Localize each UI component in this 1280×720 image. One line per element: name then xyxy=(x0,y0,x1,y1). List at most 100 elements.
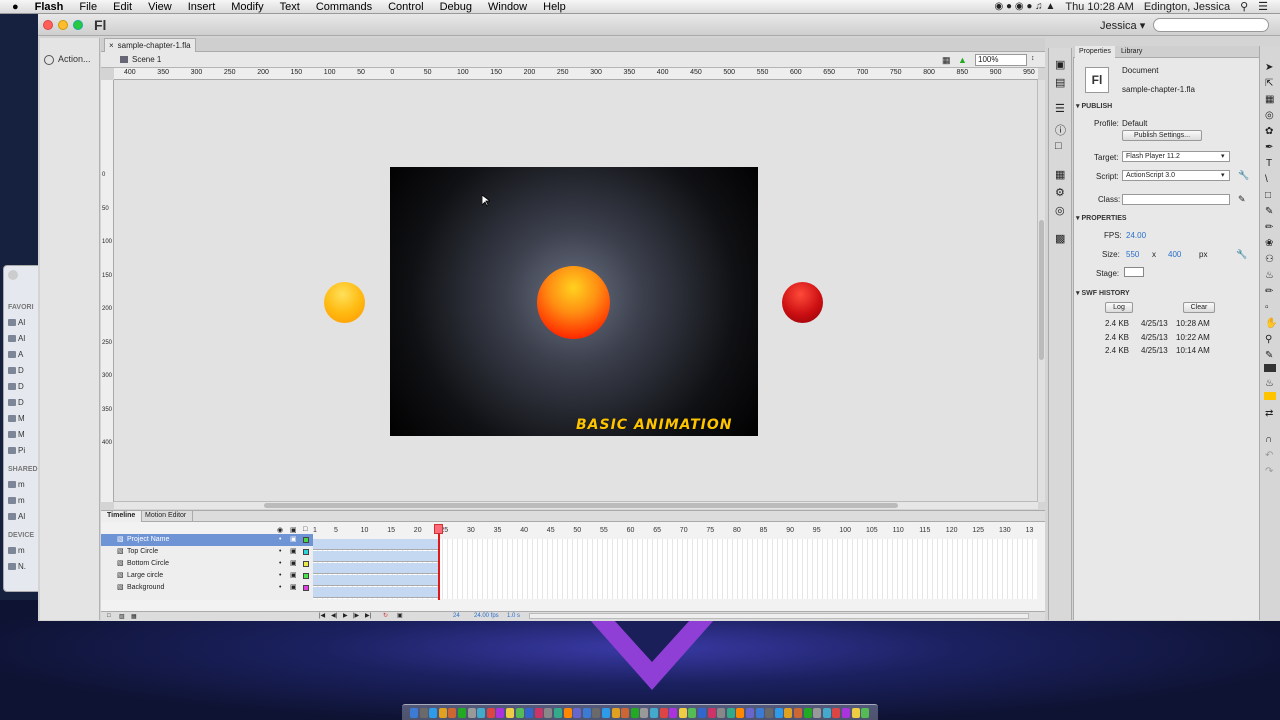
notification-list-icon[interactable]: ☰ xyxy=(1258,0,1268,13)
dock-app-icon[interactable] xyxy=(429,708,438,718)
fill-color-icon[interactable]: ♨ xyxy=(1265,378,1274,389)
zoom-tool-icon[interactable]: ⚲ xyxy=(1265,334,1272,345)
menu-help[interactable]: Help xyxy=(535,1,574,13)
vertical-scrollbar[interactable] xyxy=(1037,80,1045,502)
color-icon[interactable]: ◎ xyxy=(1055,204,1065,217)
dock-app-icon[interactable] xyxy=(650,708,658,718)
swap-colors-icon[interactable]: ⇄ xyxy=(1265,408,1273,419)
layer-outline-color[interactable] xyxy=(303,573,309,579)
dock-app-icon[interactable] xyxy=(477,708,486,718)
layer-row[interactable]: ▧ Bottom Circle • ▣ xyxy=(101,558,313,570)
dock-app-icon[interactable] xyxy=(506,708,514,718)
menu-view[interactable]: View xyxy=(140,1,180,13)
dock-app-icon[interactable] xyxy=(861,708,870,718)
dock-app-icon[interactable] xyxy=(554,708,562,718)
lock-icon[interactable]: ▣ xyxy=(290,558,297,570)
pencil-icon[interactable]: ✎ xyxy=(1238,194,1246,205)
onion-skin-icon[interactable]: ▣ xyxy=(397,612,403,619)
dock-app-icon[interactable] xyxy=(611,708,620,718)
dock-app-icon[interactable] xyxy=(573,708,582,718)
3d-rotation-tool-icon[interactable]: ◎ xyxy=(1265,110,1274,121)
eraser-tool-icon[interactable]: ▫ xyxy=(1265,302,1269,313)
menu-file[interactable]: File xyxy=(71,1,105,13)
dock-app-icon[interactable] xyxy=(486,708,495,718)
project-name-text[interactable]: BASIC ANIMATION xyxy=(576,417,733,433)
paint-bucket-tool-icon[interactable]: ♨ xyxy=(1265,270,1274,281)
lock-icon[interactable]: ▣ xyxy=(290,570,297,582)
eyedropper-tool-icon[interactable]: ✏ xyxy=(1265,286,1273,297)
finder-fav-item[interactable]: D xyxy=(8,398,24,407)
go-last-frame-icon[interactable]: ▶| xyxy=(365,612,371,619)
frame-span[interactable] xyxy=(313,587,440,598)
dock-app-icon[interactable] xyxy=(688,708,697,718)
spotlight-icon[interactable]: ⚲ xyxy=(1240,0,1248,13)
stroke-color-icon[interactable]: ✎ xyxy=(1265,350,1273,361)
selection-tool-icon[interactable]: ➤ xyxy=(1265,62,1273,73)
dock-app-icon[interactable] xyxy=(736,708,745,718)
wrench-icon[interactable]: 🔧 xyxy=(1236,249,1247,260)
swatches-icon[interactable]: ▩ xyxy=(1055,232,1065,245)
help-search-input[interactable] xyxy=(1153,18,1269,32)
menu-modify[interactable]: Modify xyxy=(223,1,271,13)
dock-app-icon[interactable] xyxy=(467,708,476,718)
new-folder-icon[interactable]: ▧ xyxy=(119,613,125,620)
lasso-tool-icon[interactable]: ✿ xyxy=(1265,126,1273,137)
dock-app-icon[interactable] xyxy=(755,708,764,718)
dock-app-icon[interactable] xyxy=(496,708,505,718)
layer-row[interactable]: ▧ Background • ▣ xyxy=(101,582,313,594)
top-circle-symbol[interactable] xyxy=(324,282,365,323)
finder-fav-item[interactable]: M xyxy=(8,414,25,423)
line-tool-icon[interactable]: \ xyxy=(1265,174,1268,185)
frame-span[interactable] xyxy=(313,575,440,586)
script-select[interactable]: ActionScript 3.0 xyxy=(1122,170,1230,181)
deco-tool-icon[interactable]: ❀ xyxy=(1265,238,1273,249)
dock-app-icon[interactable] xyxy=(669,708,678,718)
frame-span[interactable] xyxy=(313,563,440,574)
transform-icon[interactable]: □ xyxy=(1055,140,1062,152)
size-width[interactable]: 550 xyxy=(1126,250,1139,259)
code-snippets-icon[interactable]: ▦ xyxy=(1055,168,1065,181)
smooth-icon[interactable]: ↶ xyxy=(1265,450,1273,461)
dock-app-icon[interactable] xyxy=(419,708,428,718)
fill-color-swatch[interactable] xyxy=(1264,392,1276,400)
close-window-button[interactable] xyxy=(43,20,53,30)
dock-app-icon[interactable] xyxy=(678,708,687,718)
finder-fav-item[interactable]: D xyxy=(8,366,24,375)
dock-app-icon[interactable] xyxy=(726,708,735,718)
dock-app-icon[interactable] xyxy=(832,708,841,718)
layer-row[interactable]: ▧ Top Circle • ▣ xyxy=(101,546,313,558)
finder-shared-item[interactable]: m xyxy=(8,496,25,505)
finder-shared-item[interactable]: m xyxy=(8,480,25,489)
finder-fav-item[interactable]: M xyxy=(8,430,25,439)
menu-app-name[interactable]: Flash xyxy=(27,1,72,13)
finder-device-item[interactable]: m xyxy=(8,546,25,555)
new-layer-icon[interactable]: □ xyxy=(107,613,111,619)
layer-outline-color[interactable] xyxy=(303,585,309,591)
loop-icon[interactable]: ↻ xyxy=(383,612,388,619)
publish-section-header[interactable]: ▾ PUBLISH xyxy=(1076,102,1112,110)
menu-commands[interactable]: Commands xyxy=(308,1,380,13)
align-icon[interactable]: ☰ xyxy=(1055,102,1065,115)
account-menu[interactable]: Jessica ▾ xyxy=(1100,19,1145,32)
dock-app-icon[interactable] xyxy=(774,708,783,718)
dock-app-icon[interactable] xyxy=(698,708,706,718)
minimize-window-button[interactable] xyxy=(58,20,68,30)
frame-number-ruler[interactable]: 1 5 10 15 20 25 30 35 40 45 50 55 60 65 70 75 80 85 90 95 10… xyxy=(313,524,1037,534)
edit-scene-icon[interactable]: ▦ xyxy=(942,55,951,66)
scroll-thumb[interactable] xyxy=(264,503,898,508)
dock-app-icon[interactable] xyxy=(794,708,802,718)
dock-app-icon[interactable] xyxy=(621,708,630,718)
bottom-circle-symbol[interactable] xyxy=(782,282,823,323)
status-icons[interactable]: ◉ ● ◉ ● ♫ ▲ xyxy=(995,1,1056,12)
layer-row[interactable]: ▧ Large circle • ▣ xyxy=(101,570,313,582)
dock-app-icon[interactable] xyxy=(813,708,822,718)
finder-fav-item[interactable]: A xyxy=(8,350,23,359)
play-icon[interactable]: ▶ xyxy=(343,612,348,619)
dock-app-icon[interactable] xyxy=(563,708,572,718)
visibility-dot-icon[interactable]: • xyxy=(279,558,281,570)
visibility-dot-icon[interactable]: • xyxy=(279,570,281,582)
swf-history-header[interactable]: ▾ SWF HISTORY xyxy=(1076,289,1130,297)
layer-row[interactable]: ▧ Project Name • ▣ xyxy=(101,534,313,546)
publish-settings-button[interactable]: Publish Settings... xyxy=(1122,130,1202,141)
lock-icon[interactable]: ▣ xyxy=(290,582,297,594)
